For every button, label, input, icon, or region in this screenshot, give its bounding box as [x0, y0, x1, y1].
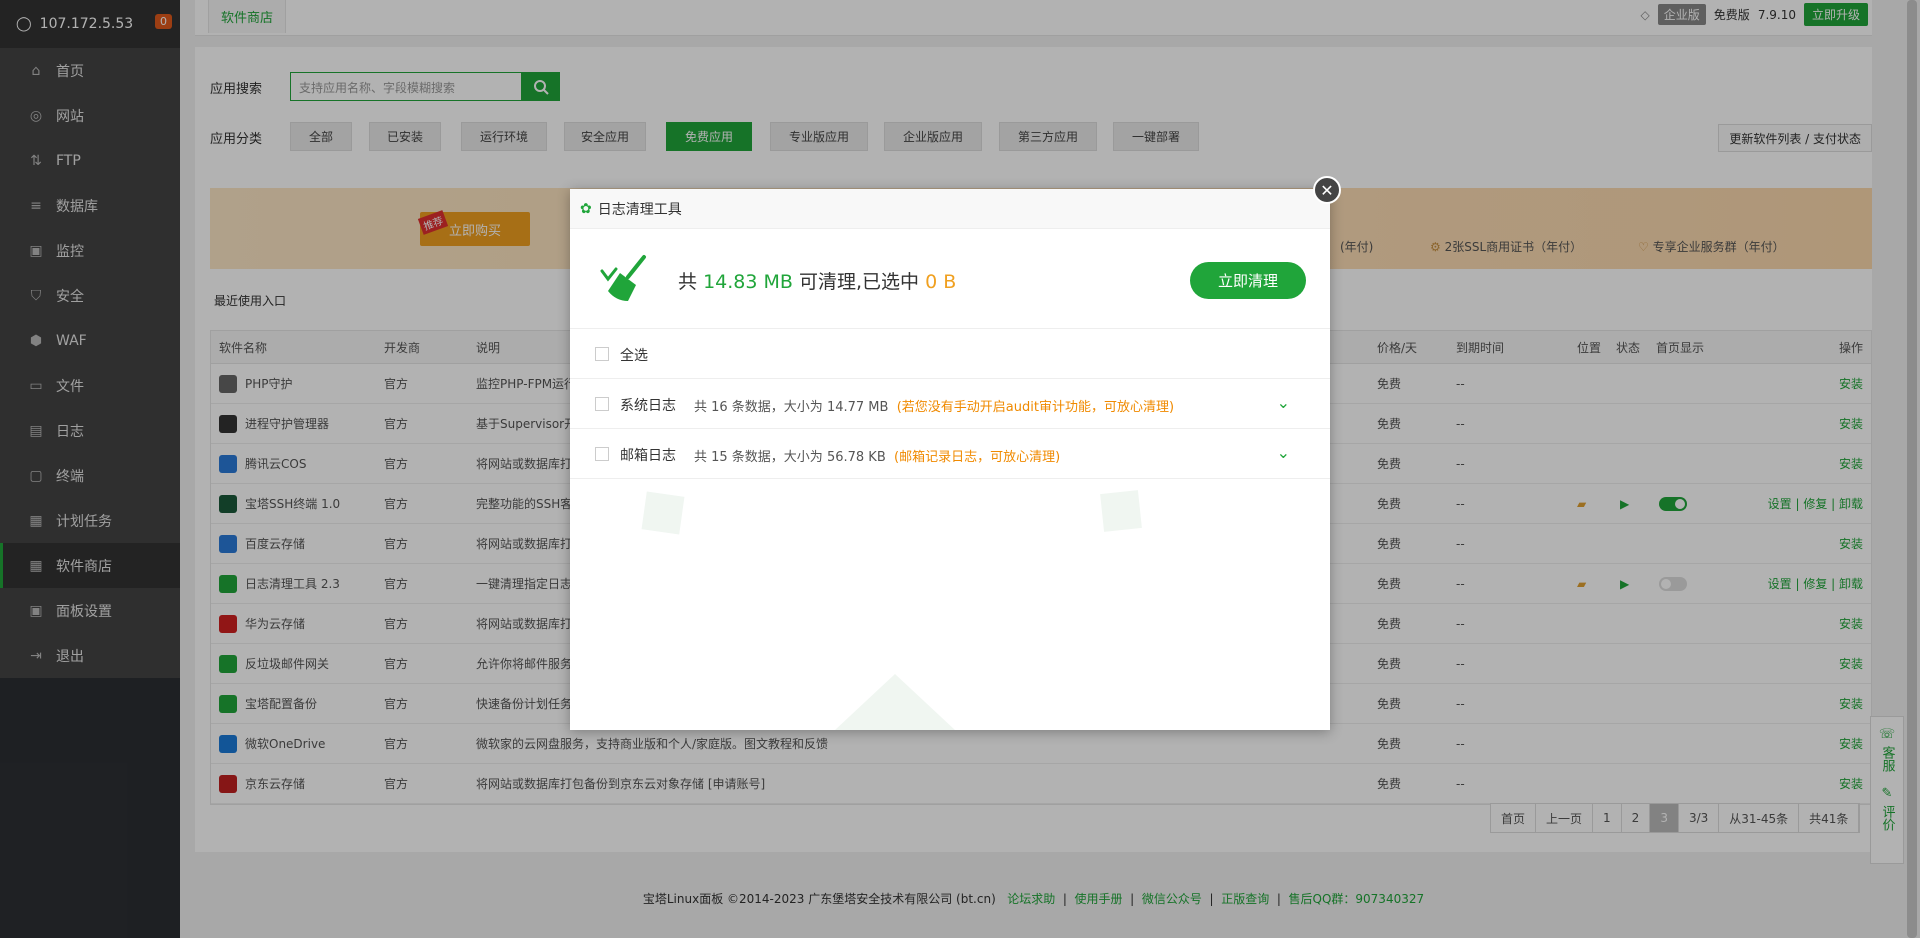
select-all-checkbox[interactable] — [595, 347, 609, 361]
log-name: 邮箱日志 — [620, 448, 676, 464]
selected-size: 0 B — [925, 271, 957, 293]
log-checkbox[interactable] — [595, 397, 609, 411]
total-size: 14.83 MB — [703, 271, 793, 293]
log-category-row: 系统日志 共 16 条数据，大小为 14.77 MB (若您没有手动开启audit… — [570, 379, 1330, 429]
decor-triangle — [835, 674, 955, 730]
log-category-row: 邮箱日志 共 15 条数据，大小为 56.78 KB (邮箱记录日志，可放心清理)… — [570, 429, 1330, 479]
decor-square-2 — [1100, 490, 1142, 532]
chevron-down-icon[interactable]: ⌄ — [1277, 443, 1290, 462]
broom-icon: ✿ — [580, 200, 592, 217]
log-info: 共 15 条数据，大小为 56.78 KB (邮箱记录日志，可放心清理) — [694, 450, 1061, 465]
log-info: 共 16 条数据，大小为 14.77 MB (若您没有手动开启audit审计功能… — [694, 400, 1175, 415]
close-icon: ✕ — [1320, 180, 1334, 200]
broom-large-icon — [600, 255, 646, 301]
select-all-label: 全选 — [620, 348, 648, 364]
dialog-header: ✿ 日志清理工具 — [570, 189, 1330, 229]
select-all-row: 全选 — [570, 329, 1330, 379]
summary-text: 共 14.83 MB 可清理,已选中 0 B — [678, 271, 957, 293]
log-name: 系统日志 — [620, 398, 676, 414]
log-cleaner-dialog: ✿ 日志清理工具 共 14.83 MB 可清理,已选中 0 B 立即清理 全选 … — [570, 189, 1330, 730]
log-checkbox[interactable] — [595, 447, 609, 461]
clean-now-button[interactable]: 立即清理 — [1190, 262, 1306, 299]
dialog-close-button[interactable]: ✕ — [1313, 176, 1341, 204]
clean-summary: 共 14.83 MB 可清理,已选中 0 B 立即清理 — [570, 229, 1330, 329]
dialog-title: 日志清理工具 — [597, 201, 682, 218]
decor-square-1 — [641, 491, 685, 535]
chevron-down-icon[interactable]: ⌄ — [1277, 393, 1290, 412]
